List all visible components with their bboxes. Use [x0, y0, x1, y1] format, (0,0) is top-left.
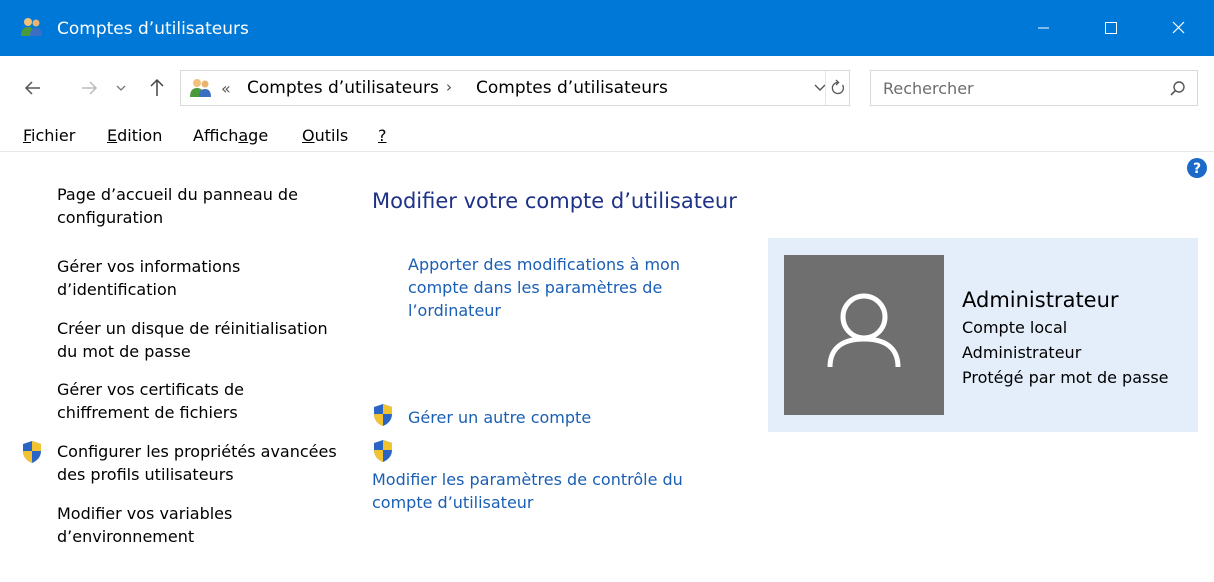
avatar: [784, 255, 944, 415]
menu-edit[interactable]: Edition: [107, 126, 162, 145]
content-area: ? Page d’accueil du panneau de configura…: [0, 153, 1214, 582]
user-accounts-icon: [20, 16, 44, 38]
search-box[interactable]: [870, 70, 1198, 106]
window-title: Comptes d’utilisateurs: [57, 19, 249, 39]
svg-text:?: ?: [1193, 161, 1201, 177]
back-button[interactable]: [18, 56, 48, 120]
menu-help[interactable]: ?: [378, 126, 387, 145]
uac-shield-icon: [21, 440, 43, 464]
user-icon: [827, 293, 901, 368]
menu-file[interactable]: Fichier: [23, 126, 75, 145]
user-accounts-icon: [188, 77, 214, 99]
breadcrumb-separator[interactable]: ›: [446, 78, 452, 96]
recent-locations-button[interactable]: [110, 56, 132, 120]
page-title: Modifier votre compte d’utilisateur: [372, 189, 737, 213]
menu-view[interactable]: Affichage: [193, 126, 268, 145]
up-button[interactable]: [142, 56, 172, 120]
forward-button[interactable]: [74, 56, 104, 120]
nav-control-panel-home[interactable]: Page d’accueil du panneau de configurati…: [57, 183, 327, 229]
nav-environment-variables[interactable]: Modifier vos variables d’environnement: [57, 502, 267, 548]
minimize-button[interactable]: [1010, 0, 1076, 56]
link-pc-settings[interactable]: Apporter des modifications à mon compte …: [408, 253, 713, 322]
breadcrumb-item[interactable]: Comptes d’utilisateurs: [476, 78, 668, 98]
link-uac-settings[interactable]: Modifier les paramètres de contrôle du c…: [372, 468, 717, 514]
title-bar: Comptes d’utilisateurs: [0, 0, 1214, 56]
link-manage-other-account[interactable]: Gérer un autre compte: [408, 406, 591, 429]
address-bar[interactable]: « Comptes d’utilisateurs › Comptes d’uti…: [180, 70, 850, 106]
nav-manage-credentials[interactable]: Gérer vos informations d’identification: [57, 255, 267, 301]
overflow-chevron[interactable]: «: [221, 79, 231, 98]
refresh-button[interactable]: [825, 71, 849, 105]
account-name: Administrateur: [962, 288, 1119, 312]
navigation-bar: « Comptes d’utilisateurs › Comptes d’uti…: [0, 56, 1214, 120]
account-panel: Administrateur Compte local Administrate…: [768, 238, 1198, 432]
help-icon[interactable]: ?: [1186, 157, 1208, 179]
uac-shield-icon: [372, 439, 394, 463]
nav-manage-certificates[interactable]: Gérer vos certificats de chiffrement de …: [57, 378, 287, 424]
search-input[interactable]: [871, 71, 1161, 105]
account-type: Compte local: [962, 318, 1068, 337]
account-protection: Protégé par mot de passe: [962, 368, 1169, 387]
uac-shield-icon: [372, 403, 394, 427]
breadcrumb-item[interactable]: Comptes d’utilisateurs: [247, 78, 439, 98]
menu-tools[interactable]: Outils: [302, 126, 348, 145]
maximize-button[interactable]: [1078, 0, 1144, 56]
close-button[interactable]: [1146, 0, 1212, 56]
search-icon[interactable]: [1167, 78, 1189, 100]
nav-create-reset-disk[interactable]: Créer un disque de réinitialisation du m…: [57, 317, 339, 363]
account-role: Administrateur: [962, 343, 1082, 362]
left-navigation: Page d’accueil du panneau de configurati…: [0, 153, 350, 582]
menu-bar: Fichier Edition Affichage Outils ?: [0, 120, 1214, 152]
nav-advanced-profile-properties[interactable]: Configurer les propriétés avancées des p…: [57, 440, 337, 486]
